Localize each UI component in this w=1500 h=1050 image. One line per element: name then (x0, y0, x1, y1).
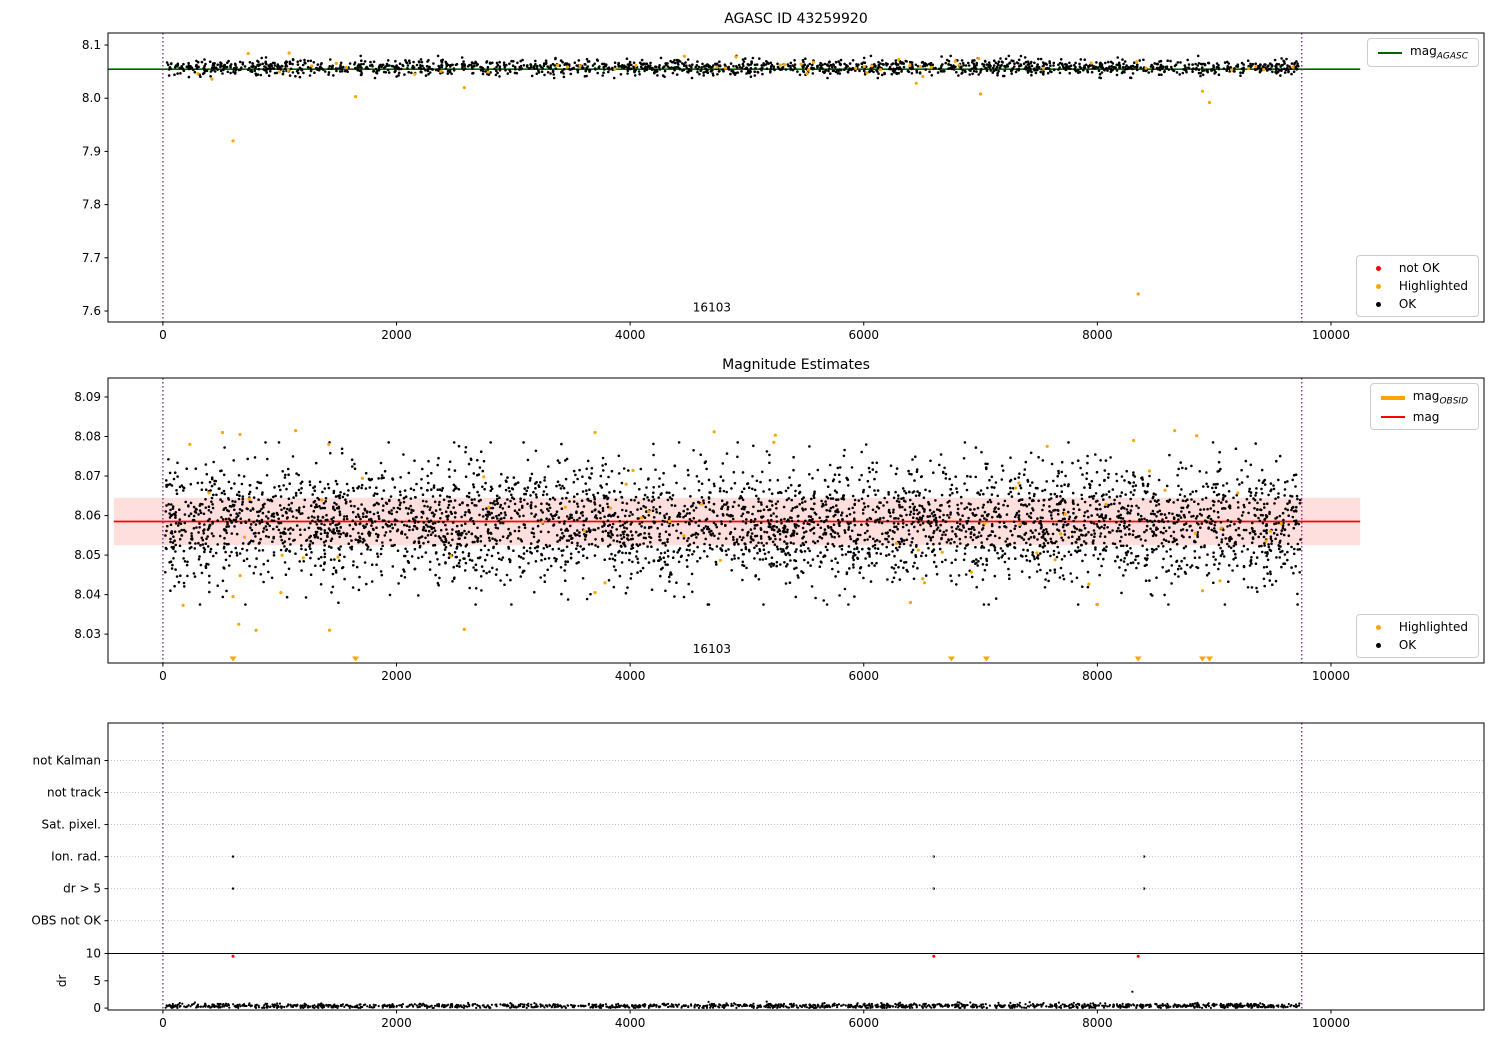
agasc-mag-plot-area (108, 51, 1361, 296)
clipped-low-marker-icon (947, 656, 955, 662)
x-tick-label: 2000 (381, 328, 412, 342)
x-tick-label: 2000 (381, 669, 412, 683)
y-tick-label: dr > 5 (63, 882, 101, 896)
agasc-mag-legend-bottom-right: not OK Highlighted OK (1355, 255, 1479, 317)
legend-line-icon (1380, 416, 1405, 419)
legend-item: Highlighted (1367, 279, 1468, 293)
y-tick-label: 8.0 (82, 91, 101, 105)
y-tick-label: 8.07 (74, 469, 101, 483)
mag-estimates-plot: 16103 0 2000 4000 6000 8000 10000 8.03 8.04 8.05 8… (74, 377, 1485, 683)
mag-estimates-plot-area (113, 429, 1361, 662)
legend-marker-icon (1367, 641, 1391, 649)
legend-label: magAGASC (1410, 44, 1468, 62)
y-tick-label: 5 (93, 974, 101, 988)
y-tick-label: 10 (86, 946, 101, 960)
legend-item: magAGASC (1378, 44, 1468, 61)
x-tick-label: 4000 (615, 328, 646, 342)
y-tick-label: 7.8 (82, 198, 101, 212)
legend-label: not OK (1398, 261, 1440, 275)
legend-item: Highlighted (1367, 620, 1468, 634)
y-tick-label: 7.6 (82, 304, 101, 318)
x-tick-label: 4000 (615, 1016, 646, 1030)
x-tick-label: 4000 (615, 669, 646, 683)
y-tick-label: 8.09 (74, 390, 101, 404)
axes-frame (107, 32, 1485, 323)
legend-marker-icon (1367, 264, 1391, 272)
clipped-low-marker-icon (1134, 656, 1142, 662)
legend-item: OK (1367, 297, 1468, 311)
legend-line-icon (1380, 395, 1405, 400)
x-tick-label: 10000 (1312, 669, 1350, 683)
legend-marker-icon (1367, 300, 1391, 308)
y-tick-label: 8.1 (82, 38, 101, 52)
series-ok (165, 54, 1300, 80)
figure: 16103 0 2000 4000 6000 8000 10000 7.6 7.7 7.8 7.9 8… (0, 0, 1500, 1050)
legend-marker-icon (1367, 623, 1391, 631)
plot2-title: Magnitude Estimates (722, 357, 870, 373)
legend-label: Highlighted (1398, 279, 1468, 293)
x-tick-label: 10000 (1312, 328, 1350, 342)
obsid-annotation: 16103 (693, 642, 731, 656)
legend-label: magOBSID (1412, 389, 1468, 407)
legend-label: Highlighted (1398, 620, 1468, 634)
plot1-title: AGASC ID 43259920 (724, 11, 868, 27)
x-tick-label: 6000 (848, 1016, 879, 1030)
y-tick-label: 0 (93, 1001, 101, 1015)
flags-plot-area (108, 855, 1484, 1010)
x-tick-label: 10000 (1312, 1016, 1350, 1030)
clipped-low-marker-icon (1199, 656, 1206, 662)
legend-label: mag (1412, 410, 1440, 425)
x-tick-label: 8000 (1082, 669, 1113, 683)
y-tick-label: not track (47, 786, 101, 800)
legend-label: OK (1398, 638, 1417, 652)
y-axis-label: dr (55, 974, 69, 987)
y-tick-label: 8.04 (74, 588, 101, 602)
series-dr-not-ok (231, 954, 1140, 958)
clipped-low-marker-icon (982, 656, 990, 662)
agasc-mag-plot: 16103 0 2000 4000 6000 8000 10000 7.6 7.7 7.8 7.9 8… (82, 32, 1485, 342)
axes-frame (107, 722, 1485, 1011)
legend-item: magOBSID (1380, 389, 1468, 407)
mag-estimates-legend-bottom-right: Highlighted OK (1355, 614, 1479, 658)
x-tick-label: 6000 (848, 328, 879, 342)
y-tick-label: 8.03 (74, 627, 101, 641)
x-tick-label: 0 (159, 669, 167, 683)
legend-item: OK (1367, 638, 1468, 652)
x-tick-label: 8000 (1082, 1016, 1113, 1030)
y-tick-label: not Kalman (33, 754, 101, 768)
series-highlighted (196, 51, 1295, 296)
y-tick-label: 7.9 (82, 144, 101, 158)
legend-item: mag (1380, 410, 1468, 425)
y-tick-label: OBS not OK (31, 914, 102, 928)
x-tick-label: 8000 (1082, 328, 1113, 342)
y-tick-label: 7.7 (82, 251, 101, 265)
legend-item: not OK (1367, 261, 1468, 275)
legend-label: OK (1398, 297, 1417, 311)
legend-line-icon (1378, 51, 1403, 54)
y-tick-label: Ion. rad. (51, 850, 101, 864)
clipped-low-marker-icon (352, 656, 360, 662)
agasc-mag-legend-top-right: magAGASC (1367, 38, 1479, 68)
x-tick-label: 2000 (381, 1016, 412, 1030)
plots-canvas: 161030 2000 4000 6000 8000 100007.67.77.87.98… (31, 32, 1485, 1030)
obsid-annotation: 16103 (693, 300, 731, 314)
flags-plot: 0 2000 4000 6000 8000 10000 not Kalman not trac… (31, 722, 1485, 1030)
clipped-low-marker-icon (229, 656, 237, 662)
series-dr-ok (164, 990, 1301, 1010)
y-tick-label: 8.06 (74, 509, 101, 523)
y-tick-label: 8.05 (74, 548, 101, 562)
x-tick-label: 0 (159, 328, 167, 342)
y-tick-label: 8.08 (74, 430, 101, 444)
mag-estimates-legend-top-right: magOBSID mag (1369, 383, 1479, 431)
x-tick-label: 0 (159, 1016, 167, 1030)
y-tick-label: Sat. pixel. (41, 818, 101, 832)
legend-marker-icon (1367, 282, 1391, 290)
clipped-low-marker-icon (1206, 656, 1213, 662)
x-tick-label: 6000 (848, 669, 879, 683)
